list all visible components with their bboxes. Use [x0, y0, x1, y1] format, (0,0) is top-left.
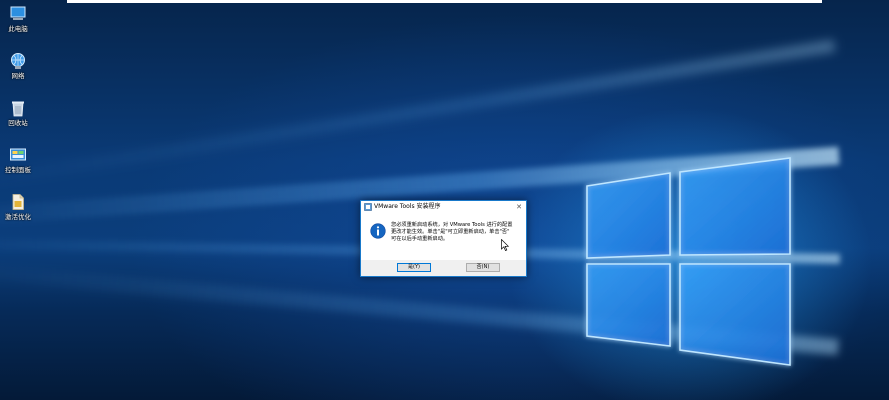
dialog-title: VMware Tools 安装程序: [374, 203, 441, 210]
desktop-icon-label: 控制面板: [5, 166, 31, 174]
top-window-edge: [67, 0, 822, 3]
desktop-icon-label: 网络: [11, 72, 25, 80]
dialog-message-line: 更改才能生效。单击"是"可立即重新启动，单击"否": [391, 228, 510, 235]
file-icon: [12, 194, 24, 210]
control-panel-icon: [10, 148, 26, 161]
dialog-message-line: 您必须重新启动系统，对 VMware Tools 进行的配置: [391, 222, 513, 228]
desktop-icon-activation[interactable]: 激活优化: [2, 193, 34, 221]
dialog-footer: 是(Y) 否(N): [361, 260, 526, 276]
this-pc-icon: [10, 6, 26, 20]
desktop-icon-label: 回收站: [8, 119, 28, 127]
windows-logo-icon: [586, 157, 791, 366]
vmware-app-icon: [364, 203, 372, 211]
info-icon: [370, 223, 386, 239]
desktop-icon-label: 此电脑: [8, 25, 28, 33]
recycle-bin-icon: [12, 101, 24, 117]
network-icon: [11, 53, 25, 69]
desktop-icon-label: 激活优化: [5, 213, 31, 221]
close-icon[interactable]: ✕: [514, 202, 524, 212]
desktop-icon-control-panel[interactable]: 控制面板: [2, 146, 34, 174]
mouse-cursor-icon: [501, 239, 509, 251]
dialog-titlebar[interactable]: VMware Tools 安装程序 ✕: [361, 201, 526, 213]
desktop-icon-this-pc[interactable]: 此电脑: [2, 5, 34, 33]
desktop-icon-network[interactable]: 网络: [2, 52, 34, 80]
yes-button[interactable]: 是(Y): [397, 263, 431, 272]
desktop-icon-recycle-bin[interactable]: 回收站: [2, 99, 34, 127]
desktop-wallpaper: 此电脑 网络 回收站 控制面板 激活优化 VMware Tools 安装程序 ✕…: [0, 0, 889, 400]
dialog-body: 您必须重新启动系统，对 VMware Tools 进行的配置 更改才能生效。单击…: [361, 213, 526, 260]
no-button[interactable]: 否(N): [466, 263, 500, 272]
